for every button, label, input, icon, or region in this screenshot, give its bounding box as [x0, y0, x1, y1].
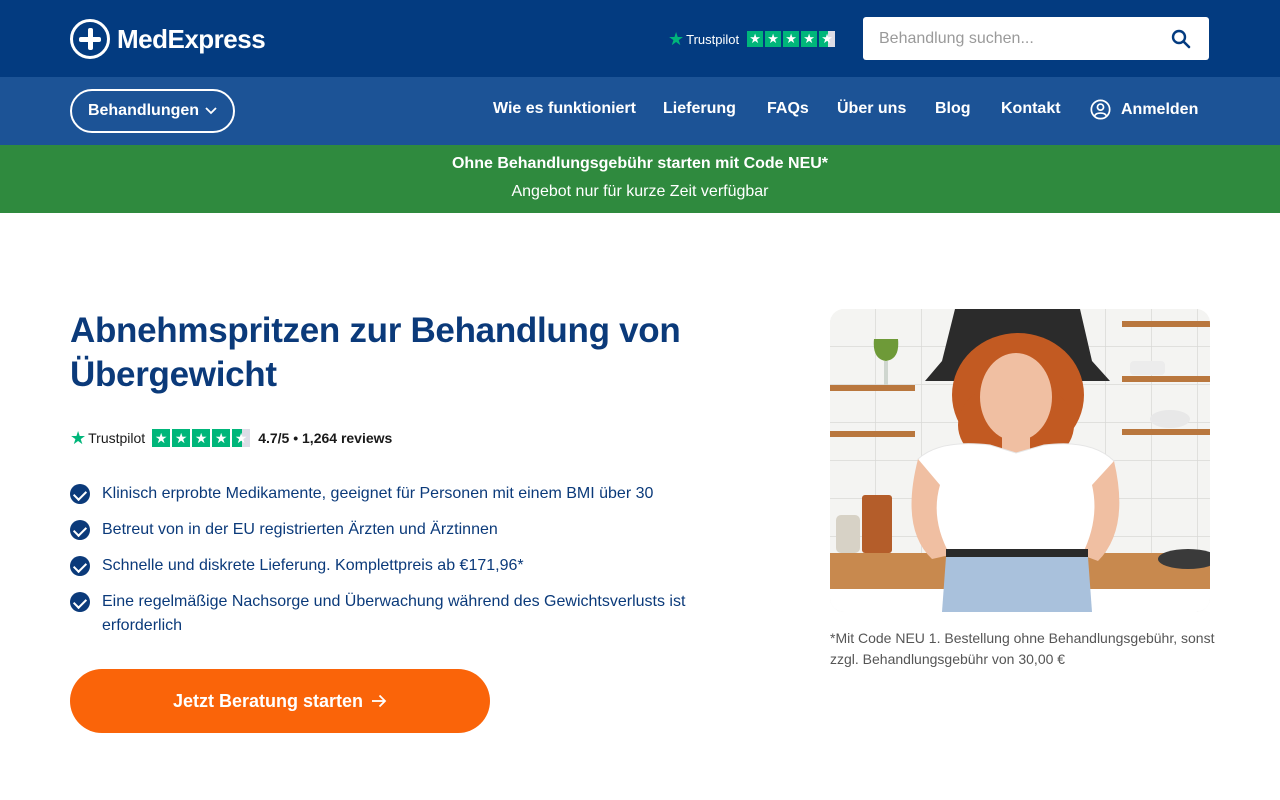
trustpilot-rating[interactable]: ★ Trustpilot ★ ★ ★ ★ ★ 4.7/5 • 1,264 rev… [70, 429, 392, 447]
chevron-down-icon [205, 107, 217, 115]
footnote: *Mit Code NEU 1. Bestellung ohne Behandl… [830, 630, 1215, 667]
trustpilot-label: Trustpilot [686, 31, 740, 47]
search-input[interactable] [863, 17, 1163, 60]
page-title: Abnehmspritzen zur Behandlung von Überge… [70, 311, 681, 394]
promo-subtitle: Angebot nur für kurze Zeit verfügbar [511, 183, 769, 200]
nav-link-faqs[interactable]: FAQs [767, 100, 809, 118]
promo-title: Ohne Behandlungsgebühr starten mit Code … [451, 155, 829, 172]
check-circle-icon [70, 556, 90, 576]
trustpilot-star-icon: ★ [668, 29, 685, 49]
rating-stars: ★ ★ ★ ★ ★ [152, 429, 251, 447]
login-link[interactable]: Anmelden [1090, 99, 1198, 120]
benefit-text: Betreut von in der EU registrierten Ärzt… [102, 521, 498, 538]
star-half-icon: ★ [819, 31, 836, 47]
benefit-item: Betreut von in der EU registrierten Ärzt… [70, 518, 690, 542]
star-icon: ★ [783, 31, 800, 47]
benefit-item: Schnelle und diskrete Lieferung. Komplet… [70, 554, 690, 578]
benefit-item: Klinisch erprobte Medikamente, geeignet … [70, 482, 690, 506]
nav-link-contact[interactable]: Kontakt [1001, 100, 1061, 118]
rating-summary: 4.7/5 • 1,264 reviews [258, 430, 393, 446]
search-box [863, 17, 1209, 60]
check-circle-icon [70, 520, 90, 540]
star-icon: ★ [172, 429, 191, 447]
trustpilot-header-badge[interactable]: ★ Trustpilot ★ ★ ★ ★ ★ [668, 29, 836, 49]
star-icon: ★ [192, 429, 211, 447]
star-icon: ★ [747, 31, 764, 47]
treatments-label: Behandlungen [87, 102, 200, 119]
logo-text: MedExpress [117, 23, 266, 54]
nav-link-delivery[interactable]: Lieferung [663, 100, 736, 118]
star-half-icon: ★ [232, 429, 251, 447]
benefit-item: Eine regelmäßige Nachsorge und Überwachu… [70, 590, 690, 638]
star-icon: ★ [152, 429, 171, 447]
hero-photo-illustration [830, 309, 1210, 612]
search-icon[interactable] [1171, 29, 1191, 49]
main-nav: Behandlungen Wie es funktioniert Lieferu… [0, 77, 1280, 145]
benefit-text: Schnelle und diskrete Lieferung. Komplet… [102, 557, 524, 574]
trustpilot-stars: ★ ★ ★ ★ ★ [747, 31, 836, 47]
check-circle-icon [70, 592, 90, 612]
trustpilot-label: Trustpilot [88, 430, 146, 446]
benefit-text: Klinisch erprobte Medikamente, geeignet … [102, 485, 654, 502]
arrow-right-icon [372, 694, 387, 708]
medexpress-cross-logo-icon [70, 19, 110, 59]
treatments-dropdown-button[interactable]: Behandlungen [70, 89, 235, 133]
star-icon: ★ [212, 429, 231, 447]
logo[interactable]: MedExpress [70, 19, 266, 59]
start-consultation-button[interactable]: Jetzt Beratung starten [70, 669, 490, 733]
hero-photo [830, 309, 1210, 612]
promo-banner: Ohne Behandlungsgebühr starten mit Code … [0, 145, 1280, 213]
top-header: MedExpress ★ Trustpilot ★ ★ ★ ★ ★ [0, 0, 1280, 77]
cta-label: Jetzt Beratung starten [172, 690, 364, 711]
login-label: Anmelden [1121, 100, 1199, 118]
nav-link-how-it-works[interactable]: Wie es funktioniert [493, 100, 636, 118]
user-icon [1090, 99, 1111, 120]
star-icon: ★ [765, 31, 782, 47]
nav-link-blog[interactable]: Blog [935, 100, 971, 118]
trustpilot-star-icon: ★ [70, 428, 87, 448]
nav-link-about-us[interactable]: Über uns [837, 100, 906, 118]
benefit-text: Eine regelmäßige Nachsorge und Überwachu… [102, 593, 686, 634]
check-circle-icon [70, 484, 90, 504]
star-icon: ★ [801, 31, 818, 47]
